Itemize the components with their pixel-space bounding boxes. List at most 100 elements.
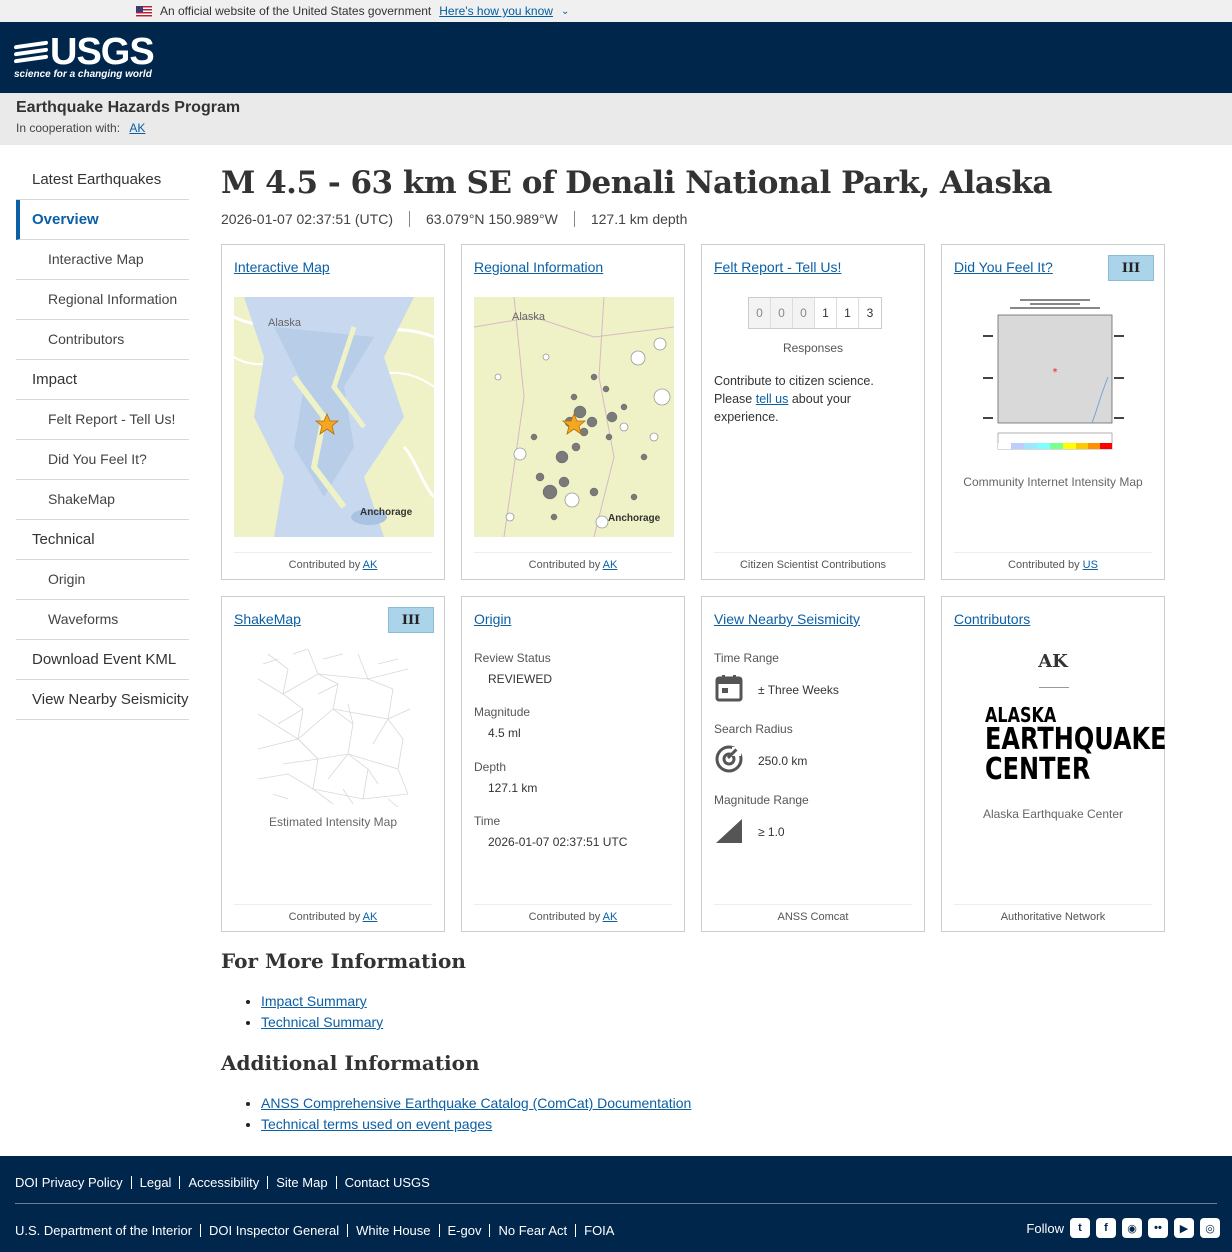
responses-digit: 1 <box>815 298 837 328</box>
usgs-logo[interactable]: USGS science for a changing world <box>14 30 155 80</box>
radius-target-icon <box>714 744 744 777</box>
sidebar-item-impact[interactable]: Impact <box>16 360 189 400</box>
card-did-you-feel-it[interactable]: Did You Feel It? III * Community Interne… <box>941 244 1165 580</box>
contributor-link-ak[interactable]: AK <box>363 911 378 923</box>
card-felt-report[interactable]: Felt Report - Tell Us! 0 0 0 1 1 3 Respo… <box>701 244 925 580</box>
footer-link-no-fear[interactable]: No Fear Act <box>489 1224 575 1237</box>
sidebar-item-regional-information[interactable]: Regional Information <box>16 280 189 320</box>
program-title[interactable]: Earthquake Hazards Program <box>16 99 1216 117</box>
coop-link-ak[interactable]: AK <box>129 121 145 135</box>
instagram-icon[interactable]: ◎ <box>1200 1218 1220 1238</box>
footer-divider <box>15 1203 1217 1204</box>
footer-link-legal[interactable]: Legal <box>130 1176 180 1189</box>
technical-terms-link[interactable]: Technical terms used on event pages <box>261 1116 492 1132</box>
program-bar: Earthquake Hazards Program In cooperatio… <box>0 93 1232 145</box>
shakemap-footer: Contributed by AK <box>234 904 432 923</box>
time-range-row: ± Three Weeks <box>714 673 839 706</box>
footer-link-accessibility[interactable]: Accessibility <box>179 1176 267 1189</box>
heres-how-link[interactable]: Here's how you know <box>439 4 553 18</box>
list-item: Impact Summary <box>261 991 691 1012</box>
logo-line-2: EARTHQUAKE <box>985 722 1167 757</box>
interactive-map-link[interactable]: Interactive Map <box>234 259 330 275</box>
regional-information-link[interactable]: Regional Information <box>474 259 603 275</box>
youtube-icon[interactable]: ▶ <box>1174 1218 1194 1238</box>
regional-map-thumbnail[interactable]: Alaska Anchorage <box>474 297 674 537</box>
main-content: M 4.5 - 63 km SE of Denali National Park… <box>221 165 1181 1132</box>
sidebar-item-latest-earthquakes[interactable]: Latest Earthquakes <box>16 160 189 200</box>
list-item: ANSS Comprehensive Earthquake Catalog (C… <box>261 1093 691 1114</box>
footer-link-white-house[interactable]: White House <box>347 1224 438 1237</box>
more-info-heading: For More Information <box>221 949 466 973</box>
technical-summary-link[interactable]: Technical Summary <box>261 1014 383 1030</box>
card-shakemap[interactable]: ShakeMap III Estimated Intensity Map Con… <box>221 596 445 932</box>
responses-digit: 0 <box>793 298 815 328</box>
sidebar-item-overview[interactable]: Overview <box>16 200 189 240</box>
more-info-list: Impact Summary Technical Summary <box>221 991 691 1033</box>
footer-link-inspector-general[interactable]: DOI Inspector General <box>200 1224 347 1237</box>
responses-digit: 0 <box>771 298 793 328</box>
footer-link-foia[interactable]: FOIA <box>575 1224 622 1237</box>
flickr-icon[interactable]: •• <box>1148 1218 1168 1238</box>
nearby-seismicity-link[interactable]: View Nearby Seismicity <box>714 611 860 627</box>
map-label-alaska: Alaska <box>512 311 546 323</box>
map-label-anchorage: Anchorage <box>608 513 661 524</box>
magnitude-range-label-text: Magnitude Range <box>714 793 809 807</box>
felt-report-link[interactable]: Felt Report - Tell Us! <box>714 259 841 275</box>
contributed-by-label: Contributed by <box>528 559 601 571</box>
card-origin[interactable]: Origin Review Status REVIEWED Magnitude … <box>461 596 685 932</box>
footer-link-site-map[interactable]: Site Map <box>267 1176 335 1189</box>
card-contributors[interactable]: Contributors AK ALASKA EARTHQUAKE CENTER… <box>941 596 1167 932</box>
contributed-by-label: Contributed by <box>288 559 361 571</box>
impact-summary-link[interactable]: Impact Summary <box>261 993 367 1009</box>
contributor-link-ak[interactable]: AK <box>363 559 378 571</box>
card-regional-information[interactable]: Regional Information Alaska Anchorage Co… <box>461 244 685 580</box>
chevron-down-icon: ⌄ <box>560 5 570 17</box>
search-radius-label: Search Radius <box>714 722 912 743</box>
shakemap-link[interactable]: ShakeMap <box>234 611 301 627</box>
origin-field-value: 127.1 km <box>488 781 538 795</box>
magnitude-range-label: Magnitude Range <box>714 793 912 814</box>
additional-info-list: ANSS Comprehensive Earthquake Catalog (C… <box>221 1093 691 1135</box>
card-interactive-map[interactable]: Interactive Map Alaska Anchorage Contrib… <box>221 244 445 580</box>
card-nearby-seismicity[interactable]: View Nearby Seismicity Time Range ± Thre… <box>701 596 925 932</box>
sidebar-item-did-you-feel-it[interactable]: Did You Feel It? <box>16 440 189 480</box>
footer-links-row-1: DOI Privacy Policy Legal Accessibility S… <box>15 1176 1217 1189</box>
contributor-code: AK <box>1038 651 1068 672</box>
sidebar-item-origin[interactable]: Origin <box>16 560 189 600</box>
contributor-link-ak[interactable]: AK <box>603 559 618 571</box>
dyfi-link[interactable]: Did You Feel It? <box>954 259 1053 275</box>
sidebar-item-download-kml[interactable]: Download Event KML <box>16 640 189 680</box>
sidebar-item-felt-report[interactable]: Felt Report - Tell Us! <box>16 400 189 440</box>
interactive-map-footer: Contributed by AK <box>234 552 432 571</box>
origin-field-value: 2026-01-07 02:37:51 UTC <box>488 835 628 849</box>
origin-link[interactable]: Origin <box>474 611 511 627</box>
sidebar-item-technical[interactable]: Technical <box>16 520 189 560</box>
interactive-map-thumbnail[interactable]: Alaska Anchorage <box>234 297 434 537</box>
footer-link-doi[interactable]: U.S. Department of the Interior <box>15 1224 200 1237</box>
map-label-alaska: Alaska <box>268 317 302 329</box>
sidebar-item-nearby-seismicity[interactable]: View Nearby Seismicity <box>16 680 189 720</box>
shakemap-thumbnail[interactable] <box>257 648 411 808</box>
github-icon[interactable]: ◉ <box>1122 1218 1142 1238</box>
time-range-value: ± Three Weeks <box>758 682 839 697</box>
tell-us-link[interactable]: tell us <box>756 392 789 406</box>
sidebar-item-shakemap[interactable]: ShakeMap <box>16 480 189 520</box>
footer-link-privacy[interactable]: DOI Privacy Policy <box>15 1176 131 1189</box>
svg-text:*: * <box>1053 367 1058 378</box>
footer-link-egov[interactable]: E-gov <box>438 1224 490 1237</box>
sidebar-item-waveforms[interactable]: Waveforms <box>16 600 189 640</box>
twitter-icon[interactable]: t <box>1070 1218 1090 1238</box>
contributor-link-us[interactable]: US <box>1083 559 1098 571</box>
contributors-link[interactable]: Contributors <box>954 611 1030 627</box>
footer-link-contact[interactable]: Contact USGS <box>335 1176 438 1189</box>
comcat-docs-link[interactable]: ANSS Comprehensive Earthquake Catalog (C… <box>261 1095 691 1111</box>
contributor-link-ak[interactable]: AK <box>603 911 618 923</box>
event-depth: 127.1 km depth <box>573 211 704 227</box>
sidebar-item-contributors[interactable]: Contributors <box>16 320 189 360</box>
site-footer: DOI Privacy Policy Legal Accessibility S… <box>0 1156 1232 1252</box>
facebook-icon[interactable]: f <box>1096 1218 1116 1238</box>
contributed-by-label: Contributed by <box>1008 559 1080 571</box>
sidebar-item-interactive-map[interactable]: Interactive Map <box>16 240 189 280</box>
dyfi-map-thumbnail[interactable]: * <box>980 297 1130 457</box>
logo-text: USGS <box>50 30 155 73</box>
